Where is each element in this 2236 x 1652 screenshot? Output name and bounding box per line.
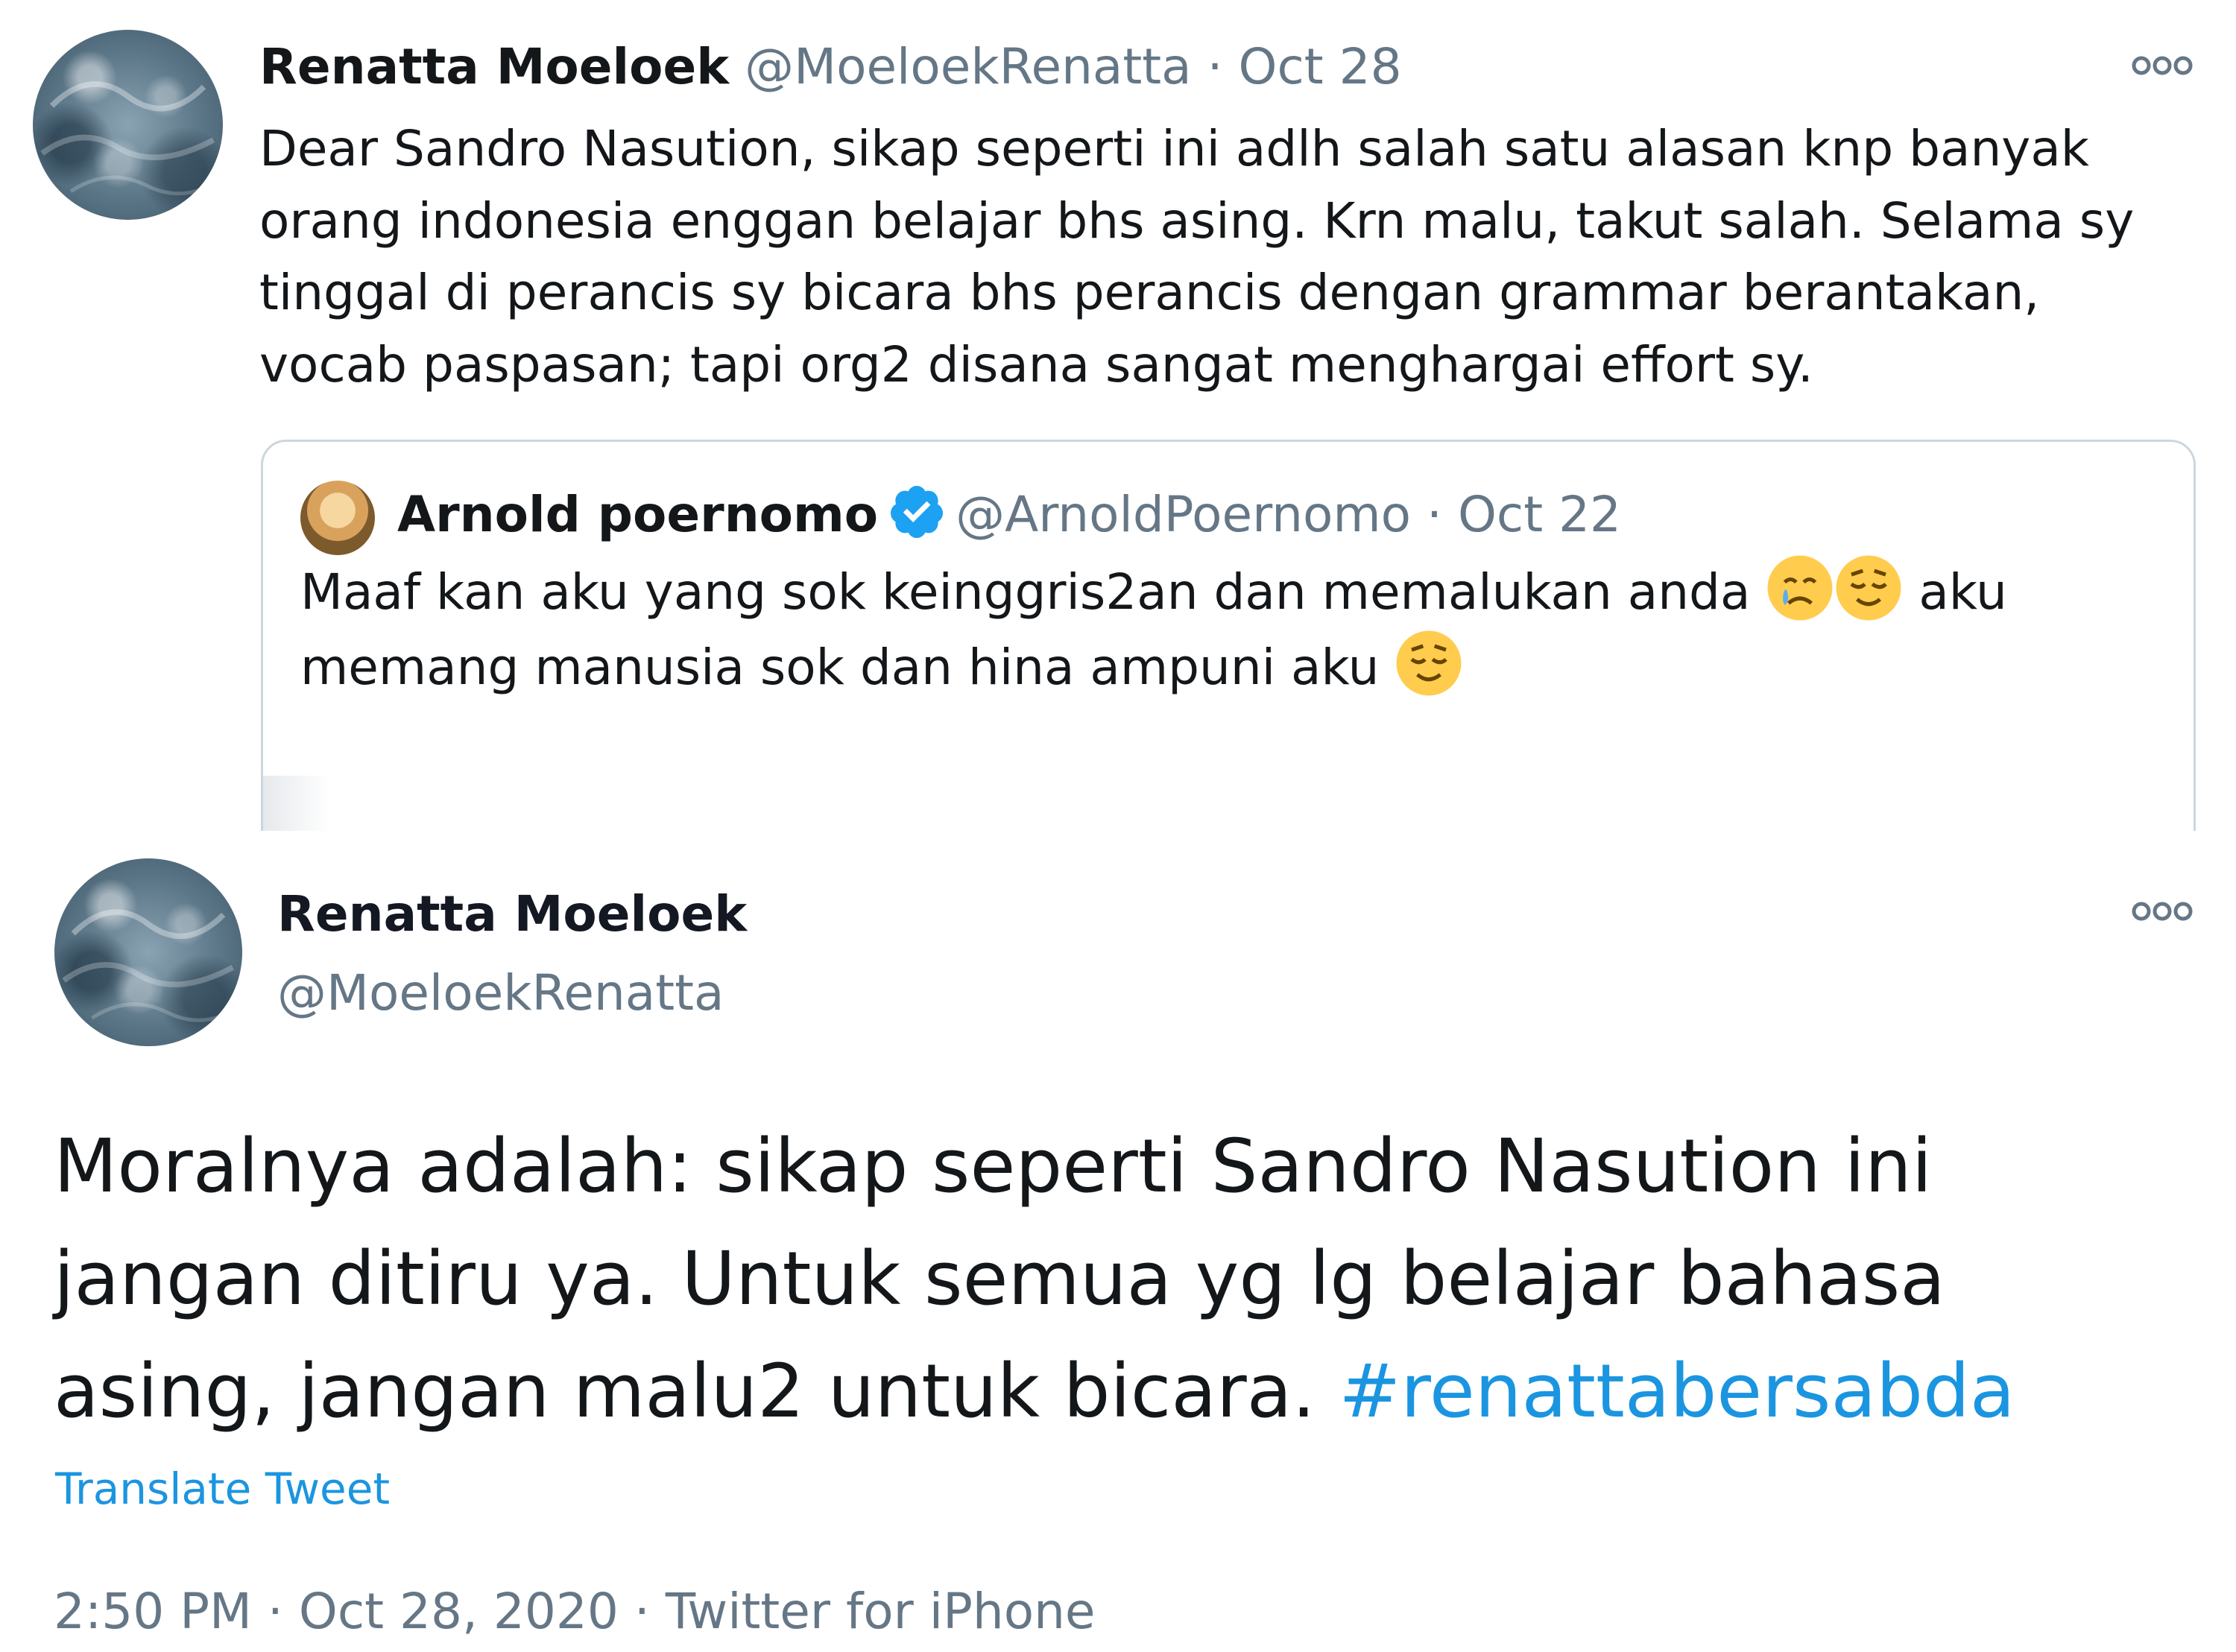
- tweet-text-line: Dear Sandro Nasution, sikap seperti ini …: [259, 120, 2090, 177]
- tweet-text-line: orang indonesia enggan belajar bhs asing…: [259, 192, 2135, 250]
- quote-tweet: Renatta Moeloek @MoeloekRenatta · Oct 28…: [0, 0, 2236, 831]
- quoted-text-line: memang manusia sok dan hina ampuni aku: [300, 629, 2164, 704]
- more-horizontal-icon[interactable]: [2129, 51, 2196, 80]
- tweet-full-date[interactable]: Oct 28, 2020: [299, 1583, 619, 1640]
- tweet-text-line: tinggal di perancis sy bicara bhs peranc…: [259, 264, 2040, 321]
- quoted-text-segment: aku: [1903, 563, 2007, 621]
- author-name[interactable]: Renatta Moeloek: [259, 38, 729, 95]
- relieved-face-emoji: [1395, 629, 1463, 697]
- tweet-source[interactable]: Twitter for iPhone: [666, 1583, 1096, 1640]
- main-tweet: Renatta Moeloek @MoeloekRenatta Moralnya…: [0, 831, 2236, 1652]
- tweet-text-segment: asing, jangan malu2 untuk bicara.: [54, 1349, 1339, 1434]
- translate-tweet-link[interactable]: Translate Tweet: [55, 1459, 390, 1519]
- header-separator: ·: [1207, 38, 1223, 95]
- quoted-media-preview[interactable]: [263, 776, 330, 831]
- tweet-text-line: vocab paspasan; tapi org2 disana sangat …: [259, 335, 1813, 393]
- quoted-tweet-date[interactable]: Oct 22: [1458, 486, 1621, 543]
- tweet-metadata: 2:50 PM · Oct 28, 2020 · Twitter for iPh…: [54, 1576, 1096, 1648]
- tweet-text-line: Moralnya adalah: sikap seperti Sandro Na…: [54, 1124, 1933, 1209]
- quoted-text-segment: Maaf kan aku yang sok keinggris2an dan m…: [300, 563, 1766, 621]
- quoted-author-name[interactable]: Arnold poernomo: [397, 486, 878, 543]
- more-horizontal-icon[interactable]: [2129, 896, 2196, 926]
- author-handle[interactable]: @MoeloekRenatta: [745, 38, 1191, 95]
- quoted-author-handle[interactable]: @ArnoldPoernomo: [956, 486, 1411, 543]
- meta-separator: ·: [267, 1583, 283, 1640]
- tweet-time[interactable]: 2:50 PM: [54, 1583, 252, 1640]
- author-handle[interactable]: @MoeloekRenatta: [277, 958, 724, 1029]
- tweet-text-line: jangan ditiru ya. Untuk semua yg lg bela…: [54, 1236, 1945, 1322]
- tweet-text-line: asing, jangan malu2 untuk bicara. #renat…: [54, 1335, 2200, 1448]
- avatar-texture-icon: [40, 81, 223, 196]
- avatar[interactable]: [33, 30, 223, 220]
- tweet-date[interactable]: Oct 28: [1239, 38, 1402, 95]
- quoted-avatar[interactable]: [300, 481, 375, 555]
- tweet-header: Renatta Moeloek @MoeloekRenatta · Oct 28: [259, 31, 1402, 103]
- hashtag-link[interactable]: #renattabersabda: [1339, 1349, 2015, 1434]
- header-separator: ·: [1427, 486, 1442, 543]
- tweet-text: Moralnya adalah: sikap seperti Sandro Na…: [54, 1110, 2200, 1448]
- relieved-face-emoji: [1834, 554, 1903, 622]
- tweet-text: Dear Sandro Nasution, sikap seperti ini …: [259, 113, 2197, 401]
- quoted-text-segment: memang manusia sok dan hina ampuni aku: [300, 638, 1395, 696]
- quoted-tweet-text: Maaf kan aku yang sok keinggris2an dan m…: [300, 554, 2164, 703]
- quoted-text-line: Maaf kan aku yang sok keinggris2an dan m…: [300, 554, 2164, 629]
- crying-face-emoji: [1766, 554, 1834, 622]
- avatar-texture-icon: [62, 909, 242, 1022]
- meta-separator: ·: [634, 1583, 650, 1640]
- author-name[interactable]: Renatta Moeloek: [277, 879, 747, 950]
- quoted-tweet-card[interactable]: Arnold poernomo @ArnoldPoernomo · Oct 22…: [261, 440, 2196, 831]
- avatar[interactable]: [54, 858, 242, 1046]
- verified-badge-icon: [887, 482, 947, 542]
- quoted-tweet-header: Arnold poernomo @ArnoldPoernomo · Oct 22: [397, 479, 1621, 551]
